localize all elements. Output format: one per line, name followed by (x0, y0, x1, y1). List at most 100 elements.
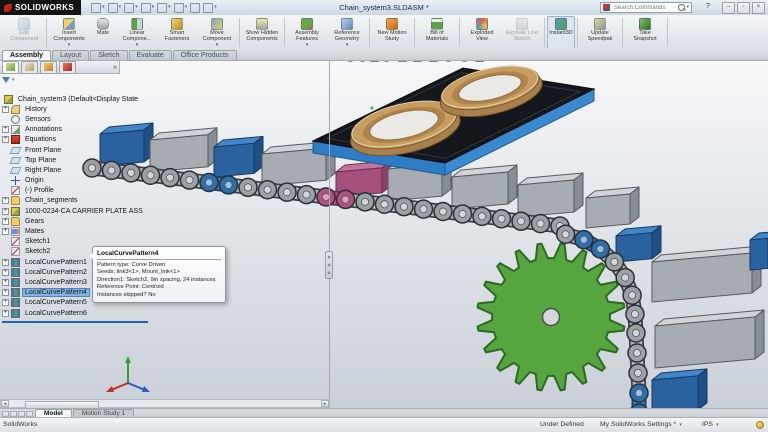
dropdown-caret-icon[interactable]: ▾ (216, 43, 219, 47)
tab-evaluate[interactable]: Evaluate (129, 50, 172, 60)
dropdown-caret-icon[interactable]: ▾ (152, 5, 155, 10)
exploded-view-button[interactable]: Exploded View (462, 16, 502, 49)
instant3d-button[interactable]: Instant3D (547, 16, 575, 49)
sprocket-gear[interactable] (478, 244, 625, 391)
smart-fasteners-button[interactable]: Smart Fasteners (157, 16, 197, 49)
show-hidden-components-button[interactable]: Show Hidden Components (242, 16, 282, 49)
open-icon (108, 3, 118, 13)
expand-icon[interactable]: + (2, 279, 9, 286)
filter-caret-icon[interactable]: ▾ (12, 78, 15, 83)
update-speedpak-button[interactable]: Update Speedpak (580, 16, 620, 49)
bill-of-materials-button[interactable]: Bill of Materials (417, 16, 457, 49)
tree-item-profile[interactable]: (-) Profile (2, 186, 328, 196)
mate-button[interactable]: Mate (89, 16, 117, 49)
scroll-right-icon[interactable]: ▸ (321, 400, 329, 407)
dropdown-caret-icon[interactable]: ▾ (168, 5, 171, 10)
tab-office-products[interactable]: Office Products (173, 50, 237, 60)
dropdown-caret-icon[interactable]: ▾ (102, 5, 105, 10)
expand-icon[interactable]: + (2, 218, 9, 225)
tab-sketch[interactable]: Sketch (90, 50, 127, 60)
settings-dropdown[interactable]: My SolidWorks Settings *▾ (600, 421, 682, 428)
tree-item-top-plane[interactable]: Top Plane (2, 155, 328, 165)
tree-item-sensors[interactable]: Sensors (2, 114, 328, 124)
explode-line-sketch-button: Explode Line Sketch (502, 16, 542, 49)
close-icon[interactable]: × (752, 2, 765, 14)
propertymanager-tab[interactable] (21, 61, 38, 74)
expand-icon[interactable]: + (2, 259, 9, 266)
search-icon[interactable] (678, 4, 685, 11)
dimxpertmanager-tab[interactable] (59, 61, 76, 74)
units-dropdown[interactable]: IPS▾ (702, 421, 718, 428)
ribbon-button-label: Move Component (199, 31, 235, 43)
help-button[interactable]: ? (706, 3, 710, 10)
tree-filter[interactable]: ▾ (2, 77, 15, 83)
linear-compone-button[interactable]: Linear Compone...▾ (117, 16, 157, 49)
tree-item-mates[interactable]: +Mates (2, 226, 328, 236)
dropdown-caret-icon[interactable]: ▾ (346, 43, 349, 47)
restore-icon[interactable]: ▫ (737, 2, 750, 14)
new-motion-study-button[interactable]: New Motion Study (372, 16, 412, 49)
expand-icon[interactable]: + (2, 310, 9, 317)
undo-button[interactable]: ▾ (157, 3, 171, 13)
rebuild-button[interactable] (190, 3, 200, 13)
select-button[interactable]: ▾ (174, 3, 188, 13)
dropdown-caret-icon[interactable]: ▾ (306, 43, 309, 47)
dropdown-caret-icon[interactable]: ▾ (119, 5, 122, 10)
tree-item-history[interactable]: +History (2, 104, 328, 114)
units-caret-icon[interactable]: ▾ (716, 422, 719, 428)
tree-item-label: Equations (23, 136, 58, 143)
settings-caret-icon[interactable]: ▾ (679, 422, 682, 428)
tree-item-origin[interactable]: Origin (2, 176, 328, 186)
expand-icon[interactable]: + (2, 197, 9, 204)
featuremanager-tab[interactable] (2, 61, 19, 74)
reference-geometry-button[interactable]: Reference Geometry▾ (327, 16, 367, 49)
search-input[interactable] (612, 4, 678, 12)
search-commands-box[interactable]: ▾ (600, 2, 692, 13)
tree-item-equations[interactable]: + Equations (2, 135, 328, 145)
horizontal-scrollbar[interactable]: ◂ ▸ (0, 399, 330, 408)
expand-icon[interactable]: + (2, 126, 9, 133)
dropdown-caret-icon[interactable]: ▾ (185, 5, 188, 10)
search-caret-icon[interactable]: ▾ (686, 5, 689, 10)
tree-item-label: Chain_segments (23, 197, 80, 204)
minimize-icon[interactable]: – (722, 2, 735, 14)
configurationmanager-tab[interactable] (40, 61, 57, 74)
insert-components-button[interactable]: Insert Components▾ (49, 16, 89, 49)
tree-item-localcurvepattern6[interactable]: +LocalCurvePattern6 (2, 308, 328, 318)
expand-icon[interactable]: + (2, 269, 9, 276)
rollback-bar[interactable] (2, 321, 148, 323)
take-snapshot-button[interactable]: Take Snapshot (625, 16, 665, 49)
options-button[interactable]: ▾ (203, 3, 217, 13)
tree-item-gears[interactable]: +Gears (2, 216, 328, 226)
new-document-button[interactable]: ▾ (91, 3, 105, 13)
dropdown-caret-icon[interactable]: ▾ (68, 43, 71, 47)
ribbon-button-label: Assembly Features (289, 31, 325, 43)
open-button[interactable]: ▾ (108, 3, 122, 13)
tree-item-1000-0234-ca-carrier-plate-ass[interactable]: +1000-0234-CA CARRIER PLATE ASS (2, 206, 328, 216)
pattern-icon (11, 298, 20, 307)
panel-overflow-chevron[interactable]: » (113, 64, 117, 71)
assembly-features-button[interactable]: Assembly Features▾ (287, 16, 327, 49)
tab-layout[interactable]: Layout (52, 50, 89, 60)
quick-tips-icon[interactable] (756, 421, 764, 429)
tree-item-right-plane[interactable]: Right Plane (2, 165, 328, 175)
expand-icon[interactable]: + (2, 208, 9, 215)
dropdown-caret-icon[interactable]: ▾ (136, 43, 139, 47)
print-button[interactable]: ▾ (141, 3, 155, 13)
tab-assembly[interactable]: Assembly (2, 50, 51, 60)
expand-icon[interactable]: + (2, 299, 9, 306)
tree-item-chain-segments[interactable]: + Chain_segments (2, 196, 328, 206)
save-button[interactable]: ▾ (124, 3, 138, 13)
dropdown-caret-icon[interactable]: ▾ (214, 5, 217, 10)
expand-icon[interactable]: + (2, 136, 9, 143)
tree-item-annotations[interactable]: +Annotations (2, 125, 328, 135)
expand-icon[interactable]: + (2, 106, 9, 113)
tree-item-front-plane[interactable]: Front Plane (2, 145, 328, 155)
scroll-left-icon[interactable]: ◂ (1, 400, 9, 407)
tree-root-item[interactable]: Chain_system3 (Default<Display State (2, 94, 328, 104)
expand-icon[interactable]: + (2, 228, 9, 235)
filter-funnel-icon[interactable] (2, 77, 10, 83)
move-component-button[interactable]: Move Component▾ (197, 16, 237, 49)
dropdown-caret-icon[interactable]: ▾ (135, 5, 138, 10)
expand-icon[interactable]: + (2, 289, 9, 296)
